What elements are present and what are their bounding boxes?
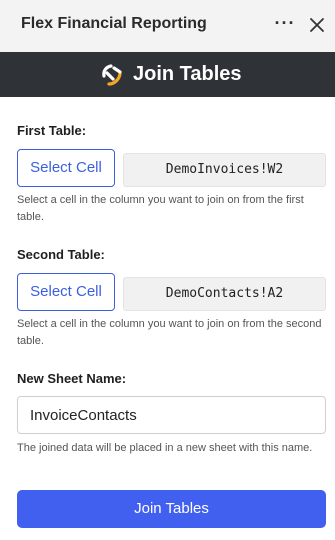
new-sheet-name-label: New Sheet Name: <box>17 371 127 386</box>
join-tables-button[interactable]: Join Tables <box>17 490 326 528</box>
second-select-cell-button[interactable]: Select Cell <box>17 273 115 311</box>
more-options-icon[interactable]: ··· <box>274 12 296 36</box>
first-table-label: First Table: <box>17 123 87 138</box>
first-select-cell-button[interactable]: Select Cell <box>17 149 115 187</box>
first-table-help-text: Select a cell in the column you want to … <box>17 194 304 223</box>
app-header: Join Tables <box>0 52 335 97</box>
new-sheet-help-text: The joined data will be placed in a new … <box>17 442 313 454</box>
new-sheet-name-input[interactable] <box>17 396 326 434</box>
second-table-label: Second Table: <box>17 247 105 262</box>
first-table-cell-ref: DemoInvoices!W2 <box>123 153 326 187</box>
flex-logo-icon <box>102 64 122 86</box>
task-pane-titlebar: Flex Financial Reporting ··· <box>0 0 335 52</box>
second-table-cell-ref: DemoContacts!A2 <box>123 277 326 311</box>
task-pane-title: Flex Financial Reporting <box>21 15 207 32</box>
close-icon[interactable] <box>305 13 329 37</box>
page-title: Join Tables <box>133 63 242 85</box>
second-table-help-text: Select a cell in the column you want to … <box>17 318 322 347</box>
